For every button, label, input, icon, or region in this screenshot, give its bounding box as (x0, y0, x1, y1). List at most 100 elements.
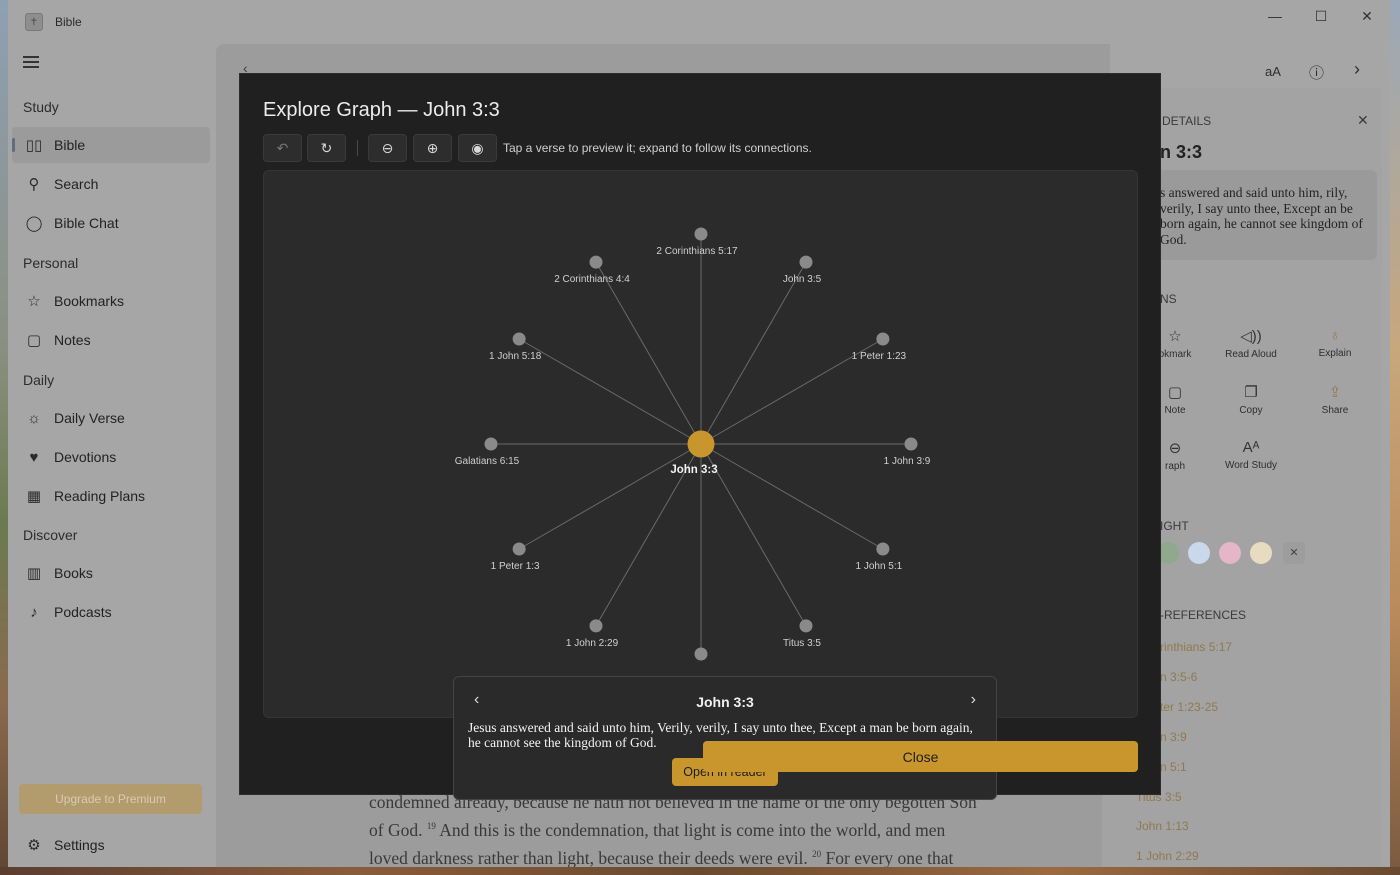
title-bar: ✝ Bible — ☐ ✕ (8, 0, 1390, 44)
sidebar-item-label: Bible (54, 137, 86, 153)
highlight-swatch-pink[interactable] (1219, 542, 1241, 564)
forward-arrow-icon[interactable]: › (1354, 59, 1360, 80)
reader-line: loved darkness rather than light, becaus… (369, 847, 954, 867)
sun-icon: ☼ (27, 409, 41, 427)
sidebar-item-podcasts[interactable]: ♪ Podcasts (12, 594, 210, 630)
undo-button[interactable]: ↶ (263, 134, 302, 162)
sidebar-item-reading-plans[interactable]: ▦ Reading Plans (12, 478, 210, 514)
graph-node[interactable] (876, 332, 890, 346)
heart-icon: ♥ (29, 448, 39, 466)
minimize-button[interactable]: — (1252, 0, 1298, 32)
sidebar-item-devotions[interactable]: ♥ Devotions (12, 439, 210, 475)
graph-edge (700, 261, 807, 445)
cross-references-header: -REFERENCES (1160, 608, 1247, 622)
verse-number: 19 (426, 821, 436, 831)
calendar-icon: ▦ (26, 488, 42, 505)
gear-icon: ⚙ (27, 837, 41, 854)
sidebar-item-notes[interactable]: ▢ Notes (12, 322, 210, 358)
microphone-icon: ♪ (30, 603, 38, 621)
graph-node-label: 1 John 2:29 (566, 638, 619, 649)
graph-node[interactable] (589, 255, 603, 269)
graph-node[interactable] (799, 619, 813, 633)
font-size-icon[interactable]: aA (1265, 64, 1281, 79)
sidebar-item-books[interactable]: ▥ Books (12, 555, 210, 591)
verse-number: 20 (812, 848, 822, 859)
info-icon[interactable]: ⓘ (1309, 62, 1324, 83)
details-header: DETAILS (1162, 114, 1212, 128)
preview-title: John 3:3 (696, 694, 754, 710)
desktop-background-bottom (0, 867, 1400, 875)
maximize-button[interactable]: ☐ (1298, 0, 1344, 32)
graph-node[interactable] (694, 647, 708, 661)
highlight-swatch-blue[interactable] (1188, 542, 1210, 564)
sidebar-item-label: Devotions (54, 449, 117, 465)
close-button[interactable]: Close (703, 741, 1138, 772)
actions-header: NS (1160, 292, 1177, 306)
close-window-button[interactable]: ✕ (1344, 0, 1390, 32)
graph-node[interactable] (512, 542, 526, 556)
read-aloud-action[interactable]: ◁)) Read Aloud (1211, 327, 1291, 360)
share-action[interactable]: ⇪ Share (1295, 383, 1375, 416)
section-study: Study (23, 99, 59, 115)
dialog-title: Explore Graph — John 3:3 (263, 99, 500, 121)
xref-link[interactable]: n 5:1 (1160, 760, 1187, 774)
details-close-icon[interactable]: ✕ (1357, 112, 1369, 129)
sidebar-item-bible[interactable]: ▯▯ Bible (12, 127, 210, 163)
upgrade-premium-button[interactable]: Upgrade to Premium (19, 784, 202, 814)
xref-link[interactable]: 1 John 2:29 (1136, 849, 1199, 863)
note-icon: ▢ (26, 332, 42, 349)
sidebar-item-search[interactable]: ⚲ Search (12, 166, 210, 202)
sidebar-item-label: Notes (54, 332, 91, 348)
sidebar-item-label: Podcasts (54, 604, 112, 620)
graph-node[interactable] (799, 255, 813, 269)
xref-link[interactable]: John 1:13 (1136, 819, 1189, 833)
sidebar-item-bible-chat[interactable]: ◯ Bible Chat (12, 205, 210, 241)
graph-node-label: 1 Peter 1:23 (852, 351, 907, 362)
sidebar-item-bookmarks[interactable]: ☆ Bookmarks (12, 283, 210, 319)
reader-text: condemned already, because he hath not b… (369, 790, 1029, 867)
undo-icon: ↶ (276, 139, 289, 156)
graph-center-label: John 3:3 (670, 464, 717, 476)
graph-edge (700, 443, 884, 550)
speaker-icon: ◁)) (1240, 328, 1262, 345)
sidebar-item-settings[interactable]: ⚙ Settings (12, 827, 210, 863)
window-controls: — ☐ ✕ (1252, 0, 1390, 32)
graph-node-label: 2 Corinthians 4:4 (554, 274, 630, 285)
zoom-out-button[interactable]: ⊖ (368, 134, 407, 162)
lightbulb-icon: ♁ (1329, 327, 1341, 344)
zoom-in-icon: ⊕ (426, 139, 439, 156)
section-personal: Personal (23, 255, 79, 271)
library-icon: ▥ (26, 565, 42, 582)
search-icon: ⚲ (28, 176, 40, 193)
xref-link[interactable]: ter 1:23-25 (1160, 700, 1218, 714)
graph-node-label: Titus 3:5 (783, 638, 821, 649)
highlight-header: IGHT (1160, 519, 1189, 533)
xref-link[interactable]: rinthians 5:17 (1160, 640, 1232, 654)
graph-canvas[interactable]: 2 Corinthians 5:17 John 3:5 1 Peter 1:23 1 … (263, 170, 1138, 800)
zoom-in-button[interactable]: ⊕ (413, 134, 452, 162)
explain-action[interactable]: ♁ Explain (1295, 327, 1375, 359)
highlight-swatch-cream[interactable] (1250, 542, 1272, 564)
graph-node[interactable] (694, 227, 708, 241)
graph-center-node[interactable] (687, 430, 715, 458)
graph-node[interactable] (512, 332, 526, 346)
xref-link[interactable]: n 3:9 (1160, 730, 1187, 744)
word-study-icon: Aᴬ (1242, 439, 1260, 456)
clear-highlight-button[interactable]: ✕ (1283, 542, 1305, 564)
graph-node[interactable] (904, 437, 918, 451)
recenter-button[interactable]: ◉ (458, 134, 497, 162)
copy-action[interactable]: ❐ Copy (1211, 383, 1291, 416)
graph-node[interactable] (876, 542, 890, 556)
chat-icon: ◯ (25, 215, 43, 232)
graph-node-label: John 3:5 (783, 274, 822, 285)
hamburger-menu-icon[interactable] (23, 56, 39, 68)
graph-node[interactable] (484, 437, 498, 451)
graph-node[interactable] (589, 619, 603, 633)
xref-link[interactable]: n 3:5-6 (1160, 670, 1197, 684)
copy-icon: ❐ (1244, 384, 1258, 401)
explore-graph-dialog: Explore Graph — John 3:3 ↶ ↻ ⊖ ⊕ ◉ Tap a… (239, 73, 1161, 800)
sidebar-item-daily-verse[interactable]: ☼ Daily Verse (12, 400, 210, 436)
refresh-button[interactable]: ↻ (307, 134, 346, 162)
star-icon: ☆ (27, 293, 41, 310)
word-study-action[interactable]: Aᴬ Word Study (1211, 439, 1291, 471)
